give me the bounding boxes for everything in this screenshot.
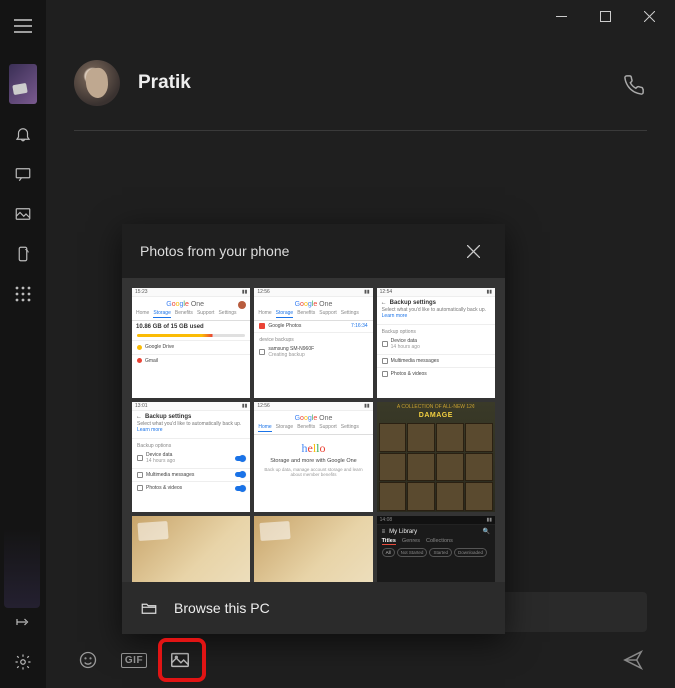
photo-thumbnail[interactable]: A COLLECTION OF ALL-NEW 12¢ DAMAGE xyxy=(377,402,495,512)
contact-avatar[interactable] xyxy=(74,60,120,106)
device-preview-fade xyxy=(4,528,40,608)
emoji-button[interactable] xyxy=(74,646,102,674)
popup-header: Photos from your phone xyxy=(122,224,505,278)
settings-nav[interactable] xyxy=(0,642,46,682)
device-thumbnail[interactable] xyxy=(9,64,37,104)
hamburger-menu[interactable] xyxy=(0,6,46,46)
conversation-header: Pratik xyxy=(46,32,675,130)
dialpad-icon xyxy=(15,286,31,302)
phone-screen-nav[interactable] xyxy=(0,234,46,274)
close-icon xyxy=(644,11,655,22)
main-panel: Pratik GIF Photos from your phone xyxy=(46,0,675,688)
photos-nav[interactable] xyxy=(0,194,46,234)
emoji-icon xyxy=(78,650,98,670)
photo-thumbnail[interactable] xyxy=(132,516,250,582)
photo-thumbnail[interactable] xyxy=(254,516,372,582)
phone-cast-icon xyxy=(14,245,32,263)
photo-thumbnail[interactable]: 14:08▮▮ ≡My Library🔍 TitlesGenresCollect… xyxy=(377,516,495,582)
popup-title: Photos from your phone xyxy=(140,243,289,259)
gif-button[interactable]: GIF xyxy=(120,646,148,674)
bell-icon xyxy=(14,125,32,143)
close-button[interactable] xyxy=(627,2,671,30)
browse-pc-label: Browse this PC xyxy=(174,600,270,616)
photo-thumbnail[interactable]: 12:54▮▮ ←Backup settings Select what you… xyxy=(377,288,495,398)
minimize-icon xyxy=(556,11,567,22)
image-button[interactable] xyxy=(166,646,194,674)
send-icon xyxy=(622,649,644,671)
menu-icon xyxy=(14,19,32,33)
messages-nav[interactable] xyxy=(0,154,46,194)
pin-nav[interactable] xyxy=(0,602,46,642)
gear-icon xyxy=(14,653,32,671)
call-button[interactable] xyxy=(623,74,645,96)
sidebar xyxy=(0,0,46,688)
apps-nav[interactable] xyxy=(0,274,46,314)
photo-thumbnail[interactable]: 12:56▮▮ Google One HomeStorageBenefitsSu… xyxy=(254,288,372,398)
photos-popup: Photos from your phone 15:23▮▮ Google On… xyxy=(122,224,505,634)
pin-icon xyxy=(14,613,32,631)
header-divider xyxy=(74,130,647,131)
maximize-button[interactable] xyxy=(583,2,627,30)
photo-grid: 15:23▮▮ Google One HomeStorageBenefitsSu… xyxy=(122,278,505,582)
close-icon xyxy=(467,245,480,258)
photo-icon xyxy=(14,205,32,223)
image-icon xyxy=(169,649,191,671)
minimize-button[interactable] xyxy=(539,2,583,30)
phone-icon xyxy=(623,74,645,96)
contact-name: Pratik xyxy=(138,72,191,94)
titlebar xyxy=(46,0,675,32)
browse-pc-button[interactable]: Browse this PC xyxy=(122,582,505,634)
photo-thumbnail[interactable]: 12:56▮▮ Google One HomeStorageBenefitsSu… xyxy=(254,402,372,512)
photo-thumbnail[interactable]: 13:01▮▮ ←Backup settings Select what you… xyxy=(132,402,250,512)
composer-toolbar: GIF xyxy=(74,646,647,674)
gif-icon: GIF xyxy=(121,653,147,668)
folder-icon xyxy=(140,599,158,617)
photo-thumbnail[interactable]: 15:23▮▮ Google One HomeStorageBenefitsSu… xyxy=(132,288,250,398)
notifications-nav[interactable] xyxy=(0,114,46,154)
send-button[interactable] xyxy=(619,646,647,674)
popup-close-button[interactable] xyxy=(459,237,487,265)
chat-icon xyxy=(14,165,32,183)
maximize-icon xyxy=(600,11,611,22)
